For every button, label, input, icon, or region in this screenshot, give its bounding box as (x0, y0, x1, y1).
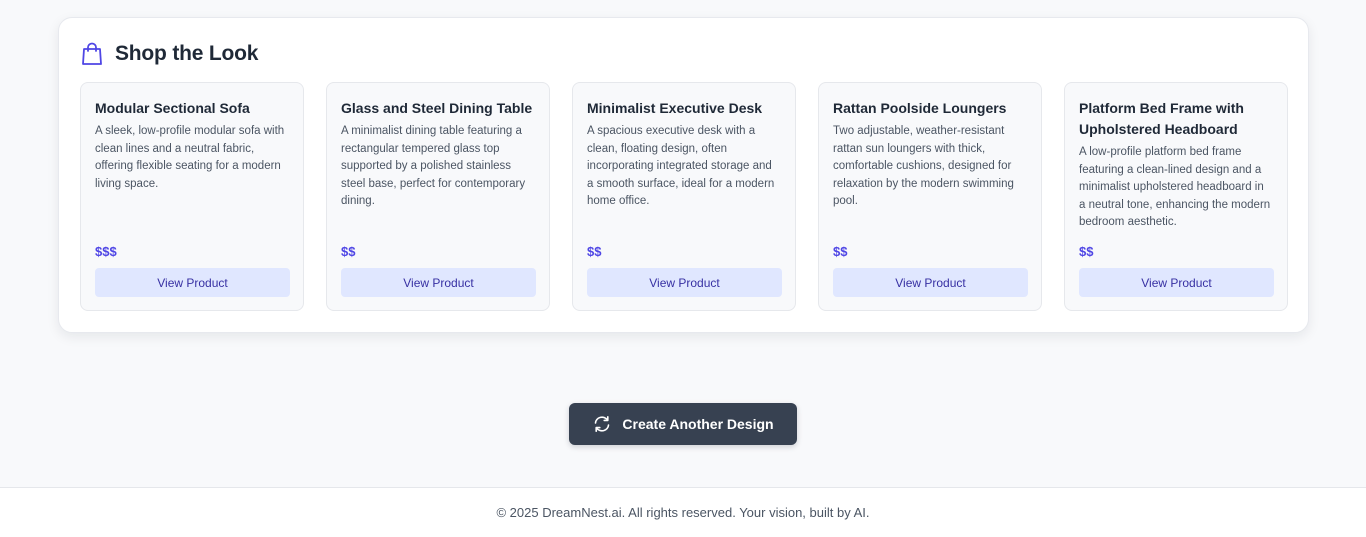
shopping-bag-icon (81, 42, 103, 66)
product-price: $$ (1079, 244, 1094, 259)
create-another-design-button[interactable]: Create Another Design (569, 403, 797, 445)
product-description: A minimalist dining table featuring a re… (341, 125, 526, 207)
product-description: A spacious executive desk with a clean, … (587, 125, 775, 207)
product-name: Platform Bed Frame with Upholstered Head… (1079, 100, 1244, 137)
footer: © 2025 DreamNest.ai. All rights reserved… (0, 487, 1366, 537)
product-card: Rattan Poolside Loungers Two adjustable,… (818, 82, 1042, 311)
product-description: A low-profile platform bed frame featuri… (1079, 146, 1271, 228)
view-product-button[interactable]: View Product (95, 268, 290, 297)
product-price: $$$ (95, 244, 117, 259)
refresh-icon (592, 415, 612, 433)
product-card: Glass and Steel Dining Table A minimalis… (326, 82, 550, 311)
shop-the-look-panel: Shop the Look Modular Sectional Sofa A s… (58, 17, 1309, 333)
product-name: Glass and Steel Dining Table (341, 100, 533, 116)
product-card: Modular Sectional Sofa A sleek, low-prof… (80, 82, 304, 311)
view-product-button[interactable]: View Product (341, 268, 536, 297)
product-description: A sleek, low-profile modular sofa with c… (95, 125, 285, 190)
product-price: $$ (833, 244, 848, 259)
product-name: Modular Sectional Sofa (95, 100, 250, 116)
product-price: $$ (587, 244, 602, 259)
view-product-button[interactable]: View Product (833, 268, 1028, 297)
product-description: Two adjustable, weather-resistant rattan… (833, 125, 1014, 207)
product-list: Modular Sectional Sofa A sleek, low-prof… (80, 82, 1288, 311)
view-product-button[interactable]: View Product (587, 268, 782, 297)
section-title: Shop the Look (115, 42, 259, 65)
product-name: Rattan Poolside Loungers (833, 100, 1007, 116)
product-price: $$ (341, 244, 356, 259)
copyright-text: © 2025 DreamNest.ai. All rights reserved… (496, 505, 870, 520)
product-name: Minimalist Executive Desk (587, 100, 763, 116)
product-card: Minimalist Executive Desk A spacious exe… (572, 82, 796, 311)
product-card: Platform Bed Frame with Upholstered Head… (1064, 82, 1288, 311)
view-product-button[interactable]: View Product (1079, 268, 1274, 297)
shop-header: Shop the Look (81, 40, 258, 68)
create-another-design-label: Create Another Design (622, 416, 774, 432)
